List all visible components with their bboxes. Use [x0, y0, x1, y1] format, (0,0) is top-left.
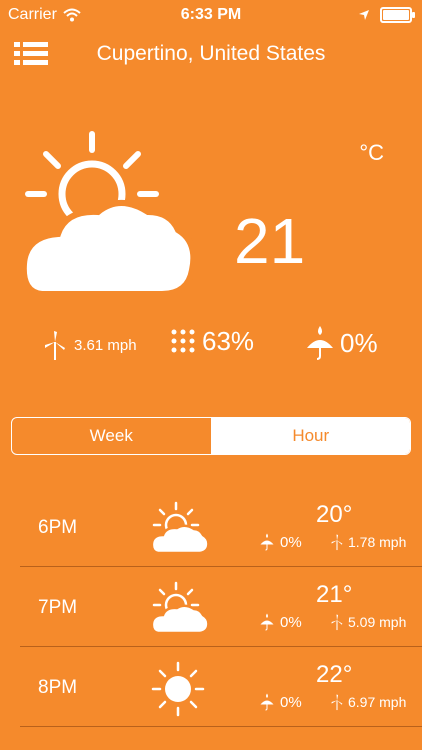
hour-wind-value: 1.78 mph	[348, 534, 407, 550]
wind-turbine-icon	[331, 534, 343, 551]
umbrella-icon	[260, 533, 274, 551]
list-item[interactable]: 6PM 20° 0% 1.78 mph	[0, 487, 422, 567]
hour-wind: 1.78 mph	[330, 533, 406, 551]
battery-icon	[380, 7, 415, 23]
current-temperature: 21	[234, 205, 306, 277]
humidity-value: 63%	[202, 326, 255, 356]
hour-label: 7PM	[38, 597, 78, 618]
status-right	[358, 7, 415, 23]
hour-label: 6PM	[38, 517, 78, 538]
hour-temperature: 20°	[316, 501, 353, 528]
status-bar: Carrier 6:33 PM	[0, 0, 422, 30]
hour-rain-value: 0%	[280, 533, 302, 551]
hour-rain: 0%	[260, 613, 302, 631]
rain-value: 0%	[340, 327, 378, 358]
hour-rain-value: 0%	[280, 613, 302, 631]
hour-label: 8PM	[38, 677, 78, 698]
hour-wind: 5.09 mph	[330, 613, 406, 631]
hour-temperature: 21°	[316, 581, 353, 608]
wind-value: 3.61 mph	[74, 336, 137, 354]
location-title[interactable]: Cupertino, United States	[0, 42, 422, 66]
umbrella-icon	[307, 326, 333, 360]
umbrella-icon	[260, 693, 274, 711]
sun-icon	[151, 661, 205, 717]
tab-hour[interactable]: Hour	[211, 418, 410, 454]
list-item[interactable]: 8PM 22° 0% 6.97 mph	[0, 647, 422, 727]
partly-cloudy-icon	[150, 581, 210, 635]
hour-wind: 6.97 mph	[330, 693, 406, 711]
wind-turbine-icon	[331, 614, 343, 631]
hour-wind-value: 5.09 mph	[348, 614, 407, 630]
unit-label[interactable]: °C	[359, 140, 384, 166]
tab-week[interactable]: Week	[12, 418, 212, 454]
forecast-toggle: Week Hour	[11, 417, 411, 455]
wind-turbine-icon	[45, 331, 65, 360]
partly-cloudy-icon	[20, 131, 197, 297]
current-metrics: 3.61 mph 63% 0%	[0, 322, 422, 366]
rain-drops-icon	[171, 329, 195, 352]
partly-cloudy-icon	[150, 501, 210, 555]
rain-metric: 0%	[306, 326, 378, 360]
humidity-metric: 63%	[170, 326, 254, 357]
umbrella-icon	[260, 613, 274, 631]
row-divider	[20, 726, 422, 727]
hour-rain: 0%	[260, 533, 302, 551]
wind-metric: 3.61 mph	[42, 330, 137, 360]
list-item[interactable]: 7PM 21° 0% 5.09 mph	[0, 567, 422, 647]
hour-rain: 0%	[260, 693, 302, 711]
hour-rain-value: 0%	[280, 693, 302, 711]
location-arrow-icon	[359, 10, 369, 20]
hour-temperature: 22°	[316, 661, 353, 688]
hourly-list: 6PM 20° 0% 1.78 mph 7PM 21° 0% 5.09 mph …	[0, 487, 422, 727]
hour-wind-value: 6.97 mph	[348, 694, 407, 710]
wind-turbine-icon	[331, 694, 343, 711]
